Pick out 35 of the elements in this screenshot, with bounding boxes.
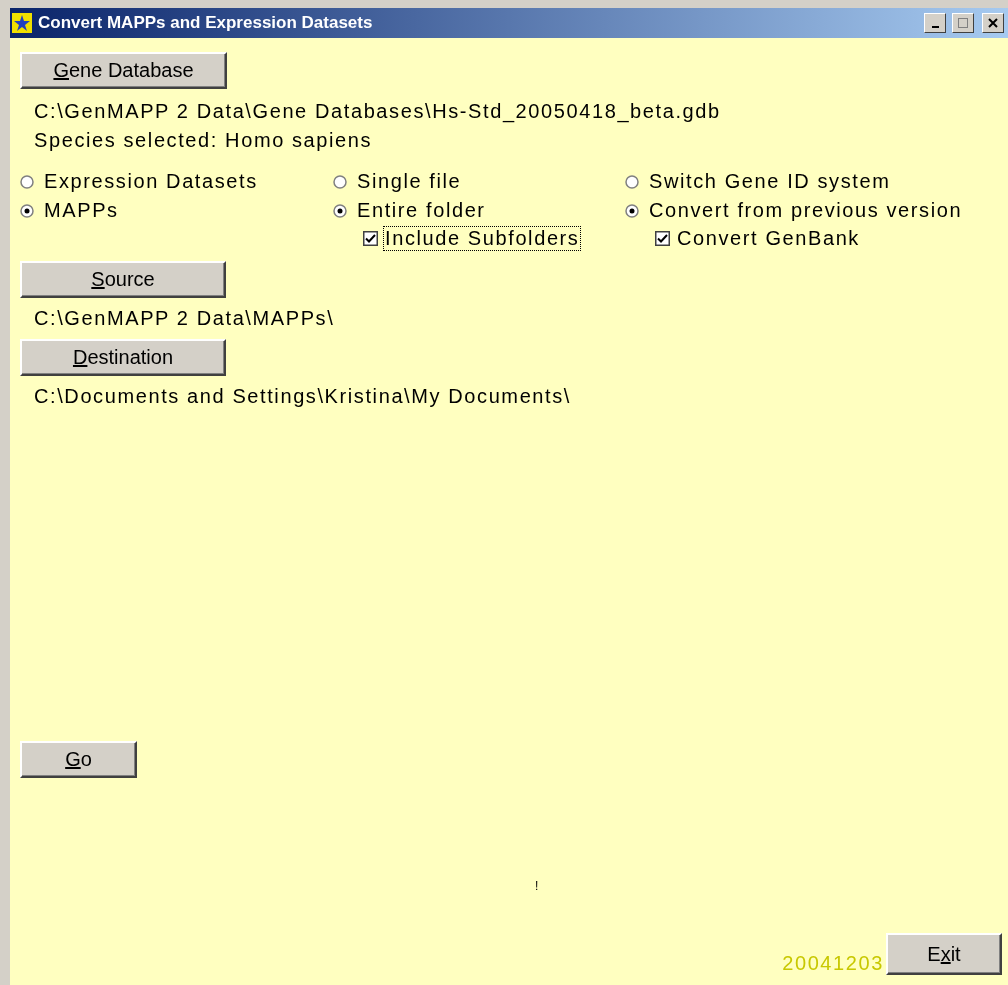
checkbox[interactable] bbox=[655, 230, 670, 246]
radio-button[interactable] bbox=[625, 174, 639, 189]
species-label: Species selected: Homo sapiens bbox=[34, 128, 374, 153]
radio-label[interactable]: Entire folder bbox=[357, 199, 486, 222]
close-button[interactable] bbox=[982, 13, 1004, 33]
version-label: 20041203 bbox=[782, 952, 884, 975]
go-button[interactable]: Go bbox=[20, 741, 137, 778]
source-path: C:\GenMAPP 2 Data\MAPPs\ bbox=[34, 306, 336, 331]
exit-button[interactable]: Exit bbox=[886, 933, 1002, 975]
radio-label[interactable]: Expression Datasets bbox=[44, 170, 258, 193]
minimize-button[interactable] bbox=[924, 13, 946, 33]
radio-button[interactable] bbox=[20, 203, 34, 218]
database-path: C:\GenMAPP 2 Data\Gene Databases\Hs-Std_20050418_beta.gdb bbox=[34, 99, 722, 125]
status-mark: ! bbox=[535, 879, 540, 893]
radio-label[interactable]: MAPPs bbox=[44, 199, 119, 222]
checkbox[interactable] bbox=[363, 230, 378, 246]
radio-label[interactable]: Convert from previous version bbox=[649, 199, 963, 222]
radio-button[interactable] bbox=[625, 203, 639, 218]
radio-label[interactable]: Switch Gene ID system bbox=[649, 170, 891, 193]
checkbox-label[interactable]: Include Subfolders bbox=[384, 226, 581, 250]
radio-button[interactable] bbox=[333, 203, 347, 218]
radio-label[interactable]: Single file bbox=[357, 170, 462, 193]
destination-button[interactable]: Destination bbox=[20, 339, 226, 376]
radio-button[interactable] bbox=[333, 174, 347, 189]
checkbox-label[interactable]: Convert GenBank bbox=[676, 226, 861, 250]
gene-database-button[interactable]: Gene Database bbox=[20, 52, 227, 89]
star-icon bbox=[12, 13, 32, 33]
window-title: Convert MAPPs and Expression Datasets bbox=[38, 13, 374, 33]
maximize-button[interactable] bbox=[952, 13, 974, 33]
maximize-icon bbox=[958, 18, 968, 28]
destination-path: C:\Documents and Settings\Kristina\My Documents\ bbox=[34, 384, 572, 409]
source-button[interactable]: Source bbox=[20, 261, 226, 298]
radio-button[interactable] bbox=[20, 174, 34, 189]
minimize-icon bbox=[931, 26, 939, 28]
close-icon bbox=[988, 18, 998, 28]
